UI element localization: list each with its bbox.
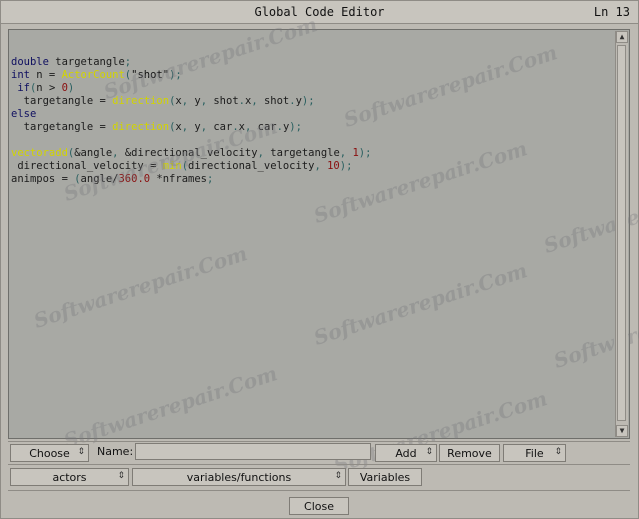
code-token: *nframes xyxy=(150,173,207,185)
code-token: , xyxy=(314,160,328,172)
code-line[interactable]: directional_velocity = min(directional_v… xyxy=(11,160,607,173)
window-title: Global Code Editor xyxy=(254,5,385,19)
code-token: shot xyxy=(213,95,239,107)
code-token: , xyxy=(251,95,264,107)
code-token: ); xyxy=(358,147,372,159)
code-token: min xyxy=(162,160,182,172)
code-token: , xyxy=(244,121,258,133)
code-token: car xyxy=(213,121,233,133)
code-token: , xyxy=(112,147,125,159)
code-token: directional_velocity xyxy=(188,160,315,172)
code-token: ) xyxy=(67,82,75,94)
code-token: , xyxy=(181,121,195,133)
code-line[interactable]: else xyxy=(11,108,607,121)
code-token: directional_velocity = xyxy=(11,160,163,172)
scrollbar-thumb[interactable] xyxy=(617,45,626,421)
choose-label: Choose xyxy=(29,446,70,460)
code-token: 10 xyxy=(327,160,340,172)
code-token: double xyxy=(11,56,49,68)
code-token: ); xyxy=(169,69,182,81)
code-token: n > xyxy=(36,82,62,94)
code-token: targetangle = xyxy=(11,95,113,107)
code-line[interactable]: targetangle = direction(x, y, shot.x, sh… xyxy=(11,95,607,108)
code-token: targetangle = xyxy=(11,121,113,133)
code-token: &directional_velocity xyxy=(124,147,258,159)
line-indicator: Ln 13 xyxy=(593,5,630,19)
scroll-up-arrow-icon[interactable]: ▲ xyxy=(616,31,628,43)
variables-button[interactable]: Variables xyxy=(348,468,422,486)
file-label: File xyxy=(525,446,544,460)
title-bar[interactable]: Global Code Editor Ln 13 xyxy=(1,1,638,24)
code-line[interactable]: int n = ActorCount("shot"); xyxy=(11,69,607,82)
code-token: vectoradd xyxy=(11,147,68,159)
code-token: car xyxy=(257,121,277,133)
code-token: else xyxy=(11,108,37,120)
code-editor-window: Global Code Editor Ln 13 double targetan… xyxy=(0,0,639,519)
code-token: ); xyxy=(289,121,302,133)
file-dropdown[interactable]: File ⇕ xyxy=(503,444,566,462)
code-token: , xyxy=(200,95,214,107)
code-line[interactable]: targetangle = direction(x, y, car.x, car… xyxy=(11,121,607,134)
spinner-icon: ⇕ xyxy=(117,471,125,481)
add-label: Add xyxy=(395,446,417,460)
code-text[interactable]: double targetangle; int n = ActorCount("s… xyxy=(11,56,607,436)
code-token: direction xyxy=(112,95,170,107)
variables-functions-dropdown[interactable]: variables/functions ⇕ xyxy=(132,468,346,486)
code-token: &angle xyxy=(74,147,113,159)
close-label: Close xyxy=(304,499,334,513)
code-token: ); xyxy=(301,95,315,107)
code-editor-area[interactable]: double targetangle; int n = ActorCount("s… xyxy=(8,12,639,478)
code-token: , xyxy=(339,147,353,159)
code-token: targetangle xyxy=(270,147,340,159)
code-line[interactable]: animpos = (angle/360.0 *nframes; xyxy=(11,173,607,186)
code-token: ActorCount xyxy=(61,69,125,81)
name-input[interactable] xyxy=(135,443,371,460)
code-token: "shot" xyxy=(131,69,170,81)
code-token: direction xyxy=(112,121,170,133)
spinner-icon: ⇕ xyxy=(334,471,342,481)
code-line[interactable] xyxy=(11,134,607,147)
code-line[interactable]: vectoradd(&angle, &directional_velocity,… xyxy=(11,147,607,160)
add-button[interactable]: Add ⇕ xyxy=(375,444,437,462)
code-token: n = xyxy=(29,69,62,81)
spinner-icon: ⇕ xyxy=(425,447,433,457)
code-token: angle/ xyxy=(80,173,119,185)
separator xyxy=(8,441,630,442)
code-line[interactable]: double targetangle; xyxy=(11,56,607,69)
separator xyxy=(8,464,630,465)
code-token: int xyxy=(11,69,30,81)
vertical-scrollbar[interactable]: ▲ ▼ xyxy=(615,31,628,437)
actors-dropdown[interactable]: actors ⇕ xyxy=(10,468,129,486)
code-token: ; xyxy=(124,56,132,68)
separator xyxy=(8,490,630,491)
code-token: animpos = xyxy=(11,173,75,185)
variables-label: Variables xyxy=(359,470,411,484)
spinner-icon: ⇕ xyxy=(554,447,562,457)
code-token: , xyxy=(181,95,195,107)
code-token: shot xyxy=(263,95,290,107)
code-token: if xyxy=(11,82,30,94)
remove-button[interactable]: Remove xyxy=(439,444,500,462)
code-token: , xyxy=(257,147,271,159)
spinner-icon: ⇕ xyxy=(77,447,85,457)
code-token: 360.0 xyxy=(118,173,151,185)
actors-label: actors xyxy=(52,470,87,484)
variables-functions-label: variables/functions xyxy=(186,470,292,484)
code-token: , xyxy=(200,121,214,133)
code-token: targetangle xyxy=(48,56,125,68)
choose-dropdown[interactable]: Choose ⇕ xyxy=(10,444,89,462)
remove-label: Remove xyxy=(447,446,492,460)
close-button[interactable]: Close xyxy=(289,497,349,515)
name-label: Name: xyxy=(97,445,134,458)
code-token: ); xyxy=(339,160,353,172)
scroll-down-arrow-icon[interactable]: ▼ xyxy=(616,425,628,437)
code-token: ; xyxy=(207,173,214,185)
code-line[interactable]: if(n > 0) xyxy=(11,82,607,95)
